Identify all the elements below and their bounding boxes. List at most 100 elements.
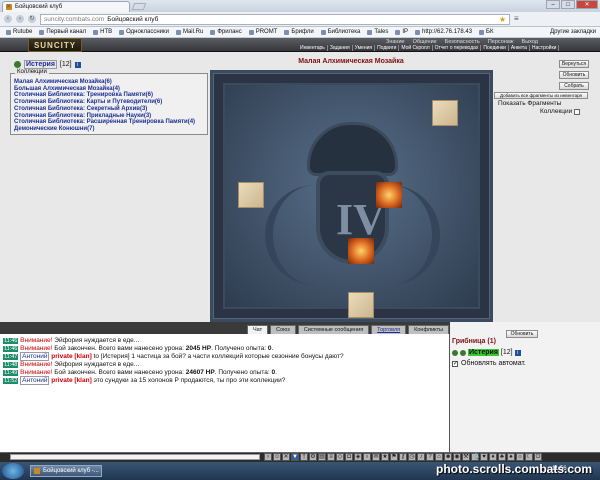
address-input[interactable]: suncity.combats.com Бойцовский клуб ★ <box>40 13 510 25</box>
submenu-transfer-report[interactable]: Отчет о переводах <box>433 45 482 51</box>
exit-icon[interactable]: ⏻ <box>534 453 542 461</box>
submenu-skills[interactable]: Умения <box>353 45 376 51</box>
collections-toggle[interactable]: Коллекции <box>540 108 581 116</box>
bookmark-item[interactable]: Mail.Ru <box>175 29 203 35</box>
map-icon[interactable]: ◇ <box>336 453 344 461</box>
online-user-name[interactable]: Истерия <box>468 349 499 356</box>
book-icon[interactable]: ▤ <box>318 453 326 461</box>
potion-icon[interactable]: ♁ <box>363 453 371 461</box>
tab-trade[interactable]: Торговля <box>371 325 407 334</box>
chat-input[interactable] <box>10 454 260 460</box>
bookmark-item[interactable]: Одноклассники <box>119 29 169 35</box>
scroll-icon[interactable]: ≡ <box>327 453 335 461</box>
wrench-menu-icon[interactable]: ≡ <box>514 15 524 23</box>
reload-icon[interactable]: ↻ <box>28 15 36 23</box>
auto-update-checkbox[interactable]: ✓ <box>452 360 458 367</box>
club-icon[interactable]: ♣ <box>498 453 506 461</box>
bookmark-item[interactable]: Rutube <box>6 29 32 35</box>
submenu-profile[interactable]: Анкета <box>509 45 530 51</box>
submenu-inventory[interactable]: Инвентарь <box>298 45 328 51</box>
tab-chat[interactable]: Чат <box>247 325 269 334</box>
clear-icon[interactable]: ✕ <box>282 453 290 461</box>
sword-icon[interactable]: † <box>300 453 308 461</box>
taskbar-browser-button[interactable]: Бойцовский клуб -... <box>30 465 102 477</box>
bookmark-item[interactable]: НТВ <box>93 29 112 35</box>
collection-link[interactable]: Столичная Библиотека: Карты и Путеводите… <box>14 99 206 106</box>
tab-system[interactable]: Системные сообщения <box>297 325 370 334</box>
player-name[interactable]: Истерия <box>24 60 57 69</box>
send-icon[interactable]: › <box>264 453 272 461</box>
submenu-fights[interactable]: Поединки <box>481 45 509 51</box>
chat-user[interactable]: Антоний <box>20 352 50 361</box>
mosaic-fragment[interactable] <box>238 182 264 208</box>
chat-user[interactable]: Антоний <box>20 376 50 385</box>
anchor-icon[interactable]: ⚓ <box>471 453 479 461</box>
gear-icon[interactable]: ⚙ <box>309 453 317 461</box>
bookmark-item[interactable]: Tales <box>367 29 388 35</box>
info-icon[interactable]: i <box>74 61 81 68</box>
bookmark-item[interactable]: PROMT <box>248 29 277 35</box>
bookmark-item[interactable]: Первый канал <box>39 29 86 35</box>
bookmark-star-icon[interactable]: ★ <box>499 15 509 24</box>
bookmark-item[interactable]: http://62.76.178.43 <box>415 29 472 35</box>
mosaic-board[interactable]: IV <box>210 70 493 322</box>
forward-icon[interactable]: › <box>16 15 24 23</box>
online-user[interactable]: Истерия [12] i <box>452 349 521 356</box>
auto-update-toggle[interactable]: ✓ Обновлять автомат. <box>452 360 526 367</box>
submenu-settings[interactable]: Настройки <box>530 45 560 51</box>
tab-conflicts[interactable]: Конфликты <box>408 325 450 334</box>
hammer-icon[interactable]: ⚒ <box>462 453 470 461</box>
submenu-scroll[interactable]: Мой Скролл <box>399 45 433 51</box>
start-button-icon[interactable] <box>2 463 24 479</box>
minimize-icon[interactable]: – <box>546 0 560 9</box>
music-icon[interactable]: ♪ <box>417 453 425 461</box>
browser-tab[interactable]: Бойцовский клуб ✕ <box>2 1 130 12</box>
clock-icon[interactable]: ◷ <box>408 453 416 461</box>
maximize-icon[interactable]: □ <box>561 0 575 9</box>
submenu-feats[interactable]: Подвиги <box>375 45 400 51</box>
star-icon[interactable]: ★ <box>381 453 389 461</box>
mosaic-fragment[interactable] <box>432 100 458 126</box>
filter-icon[interactable]: ▼ <box>291 453 299 461</box>
add-all-fragments-button[interactable]: Добавить все фрагменты из инвентаря <box>494 92 588 99</box>
new-tab-button[interactable] <box>131 3 147 10</box>
tab-close-icon[interactable]: ✕ <box>6 3 14 11</box>
smile-icon[interactable]: ☺ <box>273 453 281 461</box>
submenu-quests[interactable]: Задания <box>328 45 353 51</box>
refresh-button[interactable]: Обновить <box>559 71 589 79</box>
bookmark-item[interactable]: Фриланс <box>210 29 242 35</box>
panel-refresh-button[interactable]: Обновить <box>506 330 538 338</box>
bookmark-item[interactable]: Брифли <box>284 29 314 35</box>
mosaic-fragment[interactable] <box>348 292 374 318</box>
collection-link[interactable]: Малая Алхимическая Мозайка(6) <box>14 79 206 86</box>
collections-checkbox[interactable] <box>574 109 581 115</box>
spade-icon[interactable]: ♠ <box>507 453 515 461</box>
bag-icon[interactable]: ◘ <box>345 453 353 461</box>
window-close-icon[interactable]: ✕ <box>576 0 598 9</box>
coin-icon[interactable]: ◉ <box>453 453 461 461</box>
help-icon[interactable]: ? <box>426 453 434 461</box>
collection-link[interactable]: Демонические Конюшни(7) <box>14 126 206 133</box>
assemble-button[interactable]: Собрать <box>559 82 589 90</box>
diamond-icon[interactable]: ♦ <box>489 453 497 461</box>
flag-icon[interactable]: ⚑ <box>390 453 398 461</box>
mosaic-fragment[interactable] <box>348 238 374 264</box>
bookmark-item[interactable]: Библиотека <box>320 29 360 35</box>
info-icon[interactable]: i <box>514 349 521 356</box>
collection-link[interactable]: Столичная Библиотека: Расширенная Тренир… <box>14 119 206 126</box>
mosaic-fragment[interactable] <box>376 182 402 208</box>
people-icon[interactable]: ☻ <box>444 453 452 461</box>
heart-icon[interactable]: ♥ <box>480 453 488 461</box>
bookmark-item[interactable]: БК <box>479 29 493 35</box>
back-icon[interactable]: ‹ <box>4 15 12 23</box>
collection-link[interactable]: Столичная Библиотека: Секретный Архив(3) <box>14 106 206 113</box>
key-icon[interactable]: ⚷ <box>399 453 407 461</box>
tab-union[interactable]: Союз <box>270 325 296 334</box>
home-icon[interactable]: ⌂ <box>435 453 443 461</box>
shield-icon[interactable]: ◈ <box>354 453 362 461</box>
bookmark-item[interactable]: IP <box>395 29 408 35</box>
other-bookmarks[interactable]: Другие закладки <box>550 29 600 35</box>
show-fragments-label[interactable]: Показать Фрагменты <box>498 100 561 108</box>
sun-icon[interactable]: ☼ <box>516 453 524 461</box>
back-button[interactable]: Вернуться <box>559 60 589 68</box>
